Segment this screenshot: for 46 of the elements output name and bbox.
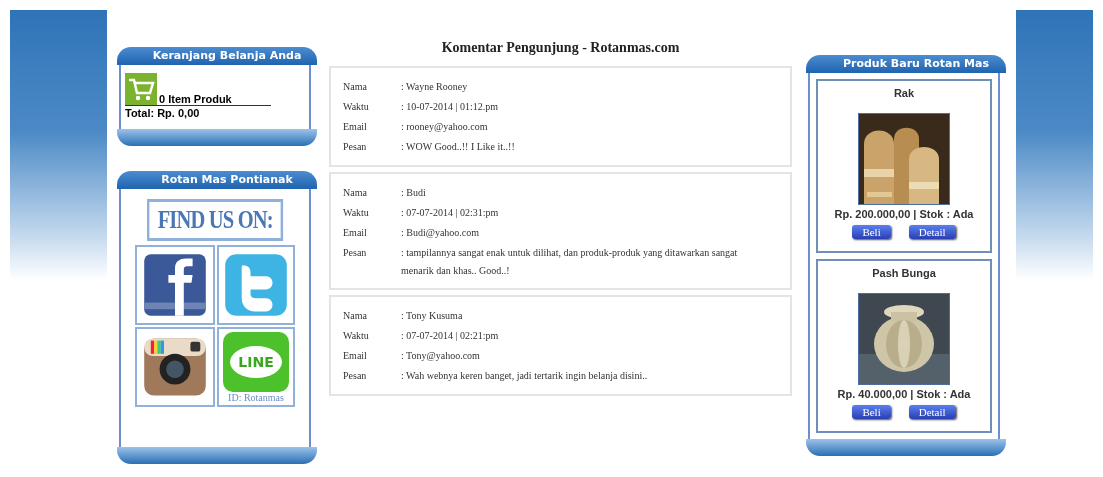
product-button[interactable]: Beli [852, 405, 891, 419]
field-label: Waktu [343, 206, 370, 220]
field-label: Pesan [343, 369, 368, 383]
line-link[interactable]: LINE ID: Rotanmas [217, 327, 295, 407]
field-value: : 07-07-2014 | 02:31:pm [401, 206, 500, 220]
facebook-link[interactable] [135, 245, 215, 325]
box-header: Keranjang Belanja Anda [117, 47, 317, 65]
facebook-icon [142, 252, 208, 318]
cart-icon [125, 73, 157, 105]
item-count: 0 Item Produk [159, 93, 232, 105]
field-label: Nama [343, 309, 368, 323]
field-label: Nama [343, 80, 368, 94]
twitter-icon [223, 252, 289, 318]
field-value: : 10-07-2014 | 01:12.pm [401, 100, 499, 114]
field-value: : Budi@yahoo.com [401, 226, 481, 240]
page-title: Komentar Pengunjung - Rotanmas.com [440, 40, 681, 56]
field-value: : Wayne Rooney [401, 80, 469, 94]
box-header: Produk Baru Rotan Mas [806, 55, 1006, 73]
field-label: Email [343, 226, 368, 240]
field-label: Waktu [343, 329, 370, 343]
instagram-link[interactable] [135, 327, 215, 407]
cart-total: Total: Rp. 0,00 [125, 107, 201, 119]
product-price: Rp. 40.000,00 | Stok : Ada [837, 388, 971, 400]
product-button[interactable]: Beli [852, 225, 891, 239]
find-us-banner: FIND US ON: [146, 199, 284, 241]
field-value: : tampilannya sangat enak untuk dilihat, dan produk-produk yang ditawarkan sangat menarik dan khas.. Good..! [401, 246, 739, 278]
product-button[interactable]: Detail [908, 225, 956, 239]
line-logo: LINE [223, 331, 289, 392]
field-value: : rooney@yahoo.com [401, 120, 489, 134]
field-label: Pesan [343, 246, 368, 260]
product-name: Rak [893, 87, 915, 99]
field-value: : Wah webnya keren banget, jadi tertarik ingin belanja disini.. [401, 369, 649, 383]
field-label: Pesan [343, 140, 368, 154]
product-name: Pash Bunga [872, 267, 936, 279]
field-label: Nama [343, 186, 368, 200]
field-value: : WOW Good..!! I Like it..!! [401, 140, 516, 154]
field-value: : Tony Kusuma [401, 309, 464, 323]
product-price: Rp. 200.000,00 | Stok : Ada [834, 208, 974, 220]
field-label: Email [343, 349, 368, 363]
field-value: : Budi [401, 186, 427, 200]
field-value: : Tony@yahoo.com [401, 349, 481, 363]
product-button[interactable]: Detail [908, 405, 956, 419]
field-label: Waktu [343, 100, 370, 114]
box-header: Rotan Mas Pontianak [117, 171, 317, 189]
field-label: Email [343, 120, 368, 134]
field-value: : 07-07-2014 | 02:21:pm [401, 329, 500, 343]
